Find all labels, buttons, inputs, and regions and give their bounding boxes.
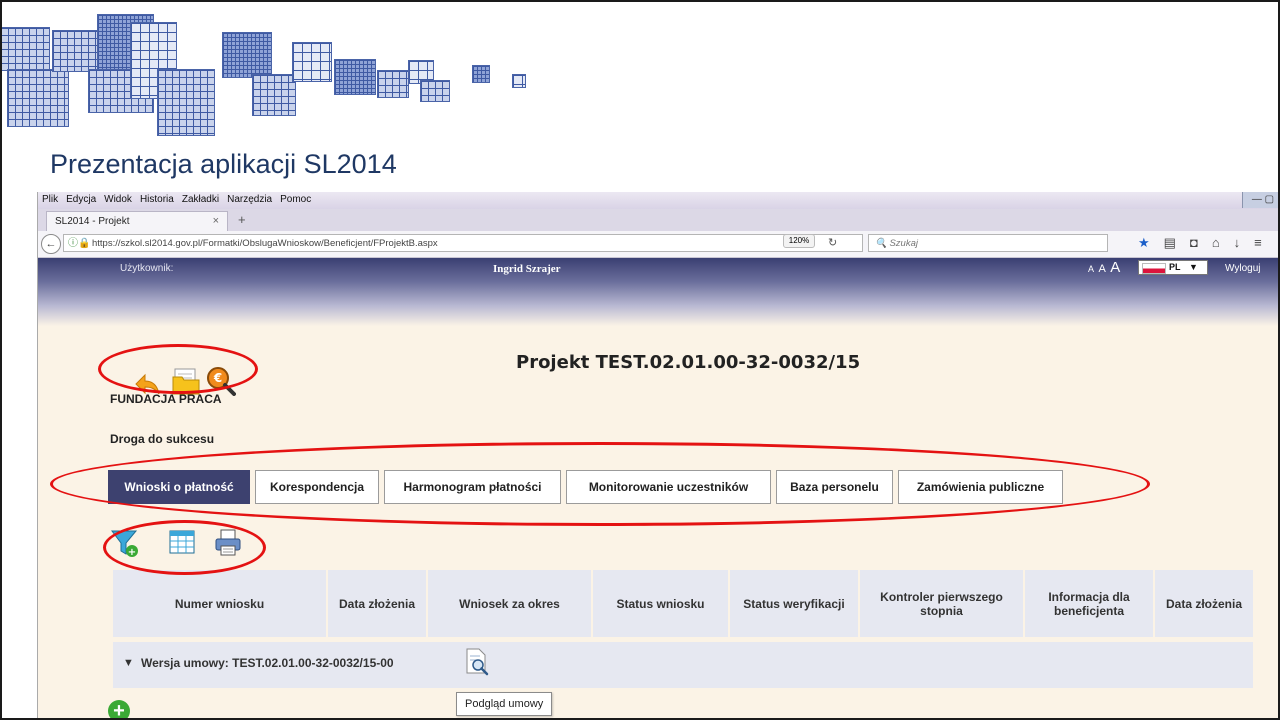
browser-window: Plik Edycja Widok Historia Zakładki Narzędzia… <box>37 192 1278 718</box>
reader-icon[interactable]: ▤ <box>1164 235 1190 250</box>
star-icon[interactable]: ★ <box>1138 235 1164 250</box>
menu-icon[interactable]: ≡ <box>1254 235 1276 250</box>
add-icon[interactable]: + <box>108 700 130 718</box>
menu-plik[interactable]: Plik <box>42 194 58 205</box>
download-icon[interactable]: ↓ <box>1234 235 1255 250</box>
font-large-button[interactable]: A <box>1110 259 1120 276</box>
browser-menubar: Plik Edycja Widok Historia Zakładki Narzędzia… <box>38 192 1278 209</box>
table-header: Numer wniosku Data złożenia Wniosek za o… <box>113 570 1253 637</box>
browser-tabbar: SL2014 - Projekt × + <box>38 209 1278 231</box>
reload-icon[interactable]: ↻ <box>828 236 837 249</box>
slide: Prezentacja aplikacji SL2014 Plik Edycja W… <box>0 0 1280 720</box>
menu-narzedzia[interactable]: Narzędzia <box>227 194 272 205</box>
pocket-icon[interactable]: ◘ <box>1190 235 1212 250</box>
url-text: https://szkol.sl2014.gov.pl/Formatki/Obs… <box>92 238 438 249</box>
menu-edycja[interactable]: Edycja <box>66 194 96 205</box>
column-wniosek-za-okres[interactable]: Wniosek za okres <box>428 570 593 637</box>
poland-flag-icon <box>1142 263 1166 274</box>
project-title: Projekt TEST.02.01.00-32-0032/15 <box>516 352 861 373</box>
column-numer-wniosku[interactable]: Numer wniosku <box>113 570 328 637</box>
column-status-wniosku[interactable]: Status wniosku <box>593 570 730 637</box>
font-small-button[interactable]: A <box>1088 264 1094 274</box>
column-data-zlozenia[interactable]: Data złożenia <box>328 570 428 637</box>
zoom-indicator[interactable]: 120% <box>783 234 815 248</box>
menu-zakladki[interactable]: Zakładki <box>182 194 219 205</box>
annotation-ellipse-tabs <box>50 442 1150 526</box>
column-data-zlozenia-2[interactable]: Data złożenia <box>1155 570 1253 637</box>
url-field[interactable]: ⓘ🔒 https://szkol.sl2014.gov.pl/Formatki/… <box>63 234 863 252</box>
browser-navbar: ← ⓘ🔒 https://szkol.sl2014.gov.pl/Formatk… <box>38 231 1278 258</box>
column-status-weryfikacji[interactable]: Status weryfikacji <box>730 570 860 637</box>
contract-version-row[interactable]: ▼ Wersja umowy: TEST.02.01.00-32-0032/15… <box>113 642 1253 688</box>
header-mosaic-decoration <box>2 2 562 137</box>
organization-name: FUNDACJA PRACA <box>110 392 222 406</box>
browser-tab[interactable]: SL2014 - Projekt × <box>46 211 228 231</box>
language-select[interactable]: PL ▼ <box>1138 260 1208 275</box>
home-icon[interactable]: ⌂ <box>1212 235 1234 250</box>
window-controls[interactable]: — ▢ <box>1242 192 1278 208</box>
user-name: Ingrid Szrajer <box>493 263 561 275</box>
contract-preview-icon[interactable] <box>464 647 490 677</box>
browser-tab-title: SL2014 - Projekt <box>55 216 130 227</box>
close-tab-icon[interactable]: × <box>213 215 219 227</box>
logout-link[interactable]: Wyloguj <box>1225 263 1260 274</box>
app-header: Użytkownik: Ingrid Szrajer A A A PL ▼ Wy… <box>38 258 1278 326</box>
new-tab-button[interactable]: + <box>238 212 246 227</box>
menu-pomoc[interactable]: Pomoc <box>280 194 311 205</box>
annotation-ellipse-toolbar <box>103 520 266 575</box>
slide-title: Prezentacja aplikacji SL2014 <box>50 149 397 179</box>
font-medium-button[interactable]: A <box>1098 263 1105 275</box>
menu-historia[interactable]: Historia <box>140 194 174 205</box>
chevron-down-icon: ▼ <box>1189 262 1198 272</box>
column-informacja[interactable]: Informacja dla beneficjenta <box>1025 570 1155 637</box>
column-kontroler[interactable]: Kontroler pierwszego stopnia <box>860 570 1025 637</box>
annotation-ellipse-actions <box>98 344 258 394</box>
contract-version-label: Wersja umowy: TEST.02.01.00-32-0032/15-0… <box>141 656 394 670</box>
search-field[interactable]: 🔍 Szukaj <box>868 234 1108 252</box>
back-icon[interactable]: ← <box>41 234 61 254</box>
user-label: Użytkownik: <box>120 263 174 274</box>
toolbar-icons: ★▤◘⌂↓≡ <box>1138 235 1276 251</box>
preview-tooltip: Podgląd umowy <box>456 692 553 716</box>
collapse-caret-icon[interactable]: ▼ <box>123 657 134 669</box>
project-name: Droga do sukcesu <box>110 432 215 446</box>
language-code: PL <box>1169 262 1181 272</box>
font-size-controls: A A A <box>1088 259 1120 277</box>
search-placeholder: Szukaj <box>889 238 918 249</box>
menu-widok[interactable]: Widok <box>104 194 132 205</box>
lock-icon: ⓘ🔒 <box>68 238 91 249</box>
